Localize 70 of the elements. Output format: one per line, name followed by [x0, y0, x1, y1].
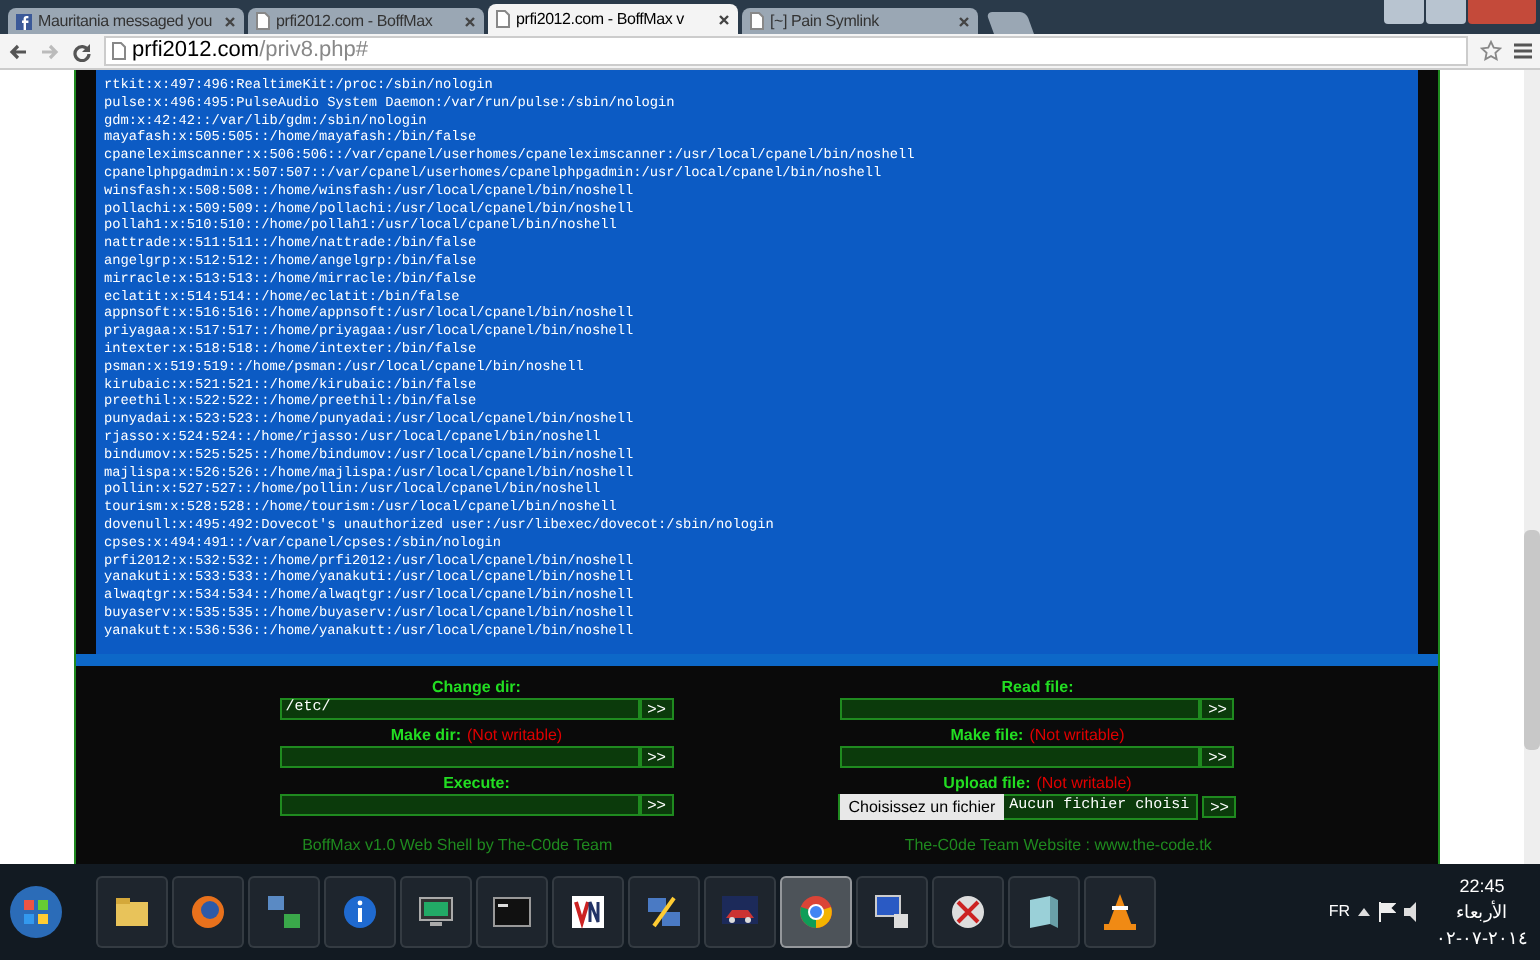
taskbar-button[interactable]: [1008, 876, 1080, 948]
page-icon: [750, 12, 764, 30]
menu-icon[interactable]: [1514, 42, 1532, 60]
vnc-icon: [566, 890, 610, 934]
browser-tab[interactable]: Mauritania messaged you: [8, 8, 244, 34]
writable-note: (Not writable): [467, 724, 563, 746]
page-icon: [496, 10, 510, 28]
star-icon[interactable]: [1480, 40, 1502, 62]
taskbar-button[interactable]: [400, 876, 472, 948]
browser-tab[interactable]: prfi2012.com - BoffMax v: [488, 4, 738, 34]
field-label: Change dir:: [432, 676, 521, 698]
address-field[interactable]: prfi2012.com/priv8.php#: [104, 36, 1468, 66]
submit-button[interactable]: >>: [639, 698, 674, 720]
footer-credit: BoffMax v1.0 Web Shell by The-C0de Team: [302, 834, 613, 858]
input-field[interactable]: [279, 794, 640, 816]
network-icon: [262, 890, 306, 934]
submit-button[interactable]: >>: [639, 746, 674, 768]
tab-title: prfi2012.com - BoffMax: [276, 9, 435, 33]
close-tab-icon[interactable]: [224, 15, 236, 27]
firefox-icon: [186, 890, 230, 934]
writable-note: (Not writable): [1036, 772, 1132, 794]
input-field[interactable]: [279, 746, 640, 768]
tab-title: prfi2012.com - BoffMax v: [516, 7, 686, 31]
browser-tab[interactable]: [~] Pain Symlink: [742, 8, 978, 34]
info-icon: [338, 890, 382, 934]
field-label: Make file:: [950, 724, 1024, 746]
start-button[interactable]: [8, 884, 64, 940]
input-field[interactable]: [840, 746, 1201, 768]
language-indicator[interactable]: FR: [1328, 900, 1350, 924]
taskbar-button[interactable]: [96, 876, 168, 948]
back-icon[interactable]: [8, 41, 28, 61]
taskbar-button[interactable]: [932, 876, 1004, 948]
flag-icon[interactable]: [1378, 902, 1396, 922]
submit-button[interactable]: >>: [639, 794, 674, 816]
writable-note: (Not writable): [1029, 724, 1125, 746]
chrome-icon: [794, 890, 838, 934]
url-text: prfi2012.com/priv8.php#: [132, 36, 369, 67]
footer-website: The-C0de Team Website : www.the-code.tk: [904, 834, 1212, 858]
submit-button[interactable]: >>: [1200, 746, 1235, 768]
tray-arrow-icon[interactable]: [1358, 906, 1370, 918]
submit-button[interactable]: >>: [1202, 796, 1237, 818]
clock-time[interactable]: 22:45: [1459, 873, 1505, 899]
taskbar-button[interactable]: [628, 876, 700, 948]
clock-day[interactable]: الأربعاء: [1456, 899, 1508, 925]
input-field[interactable]: [840, 698, 1201, 720]
browser-tab[interactable]: prfi2012.com - BoffMax: [248, 8, 484, 34]
close-tab-icon[interactable]: [718, 13, 730, 25]
tab-title: Mauritania messaged you: [38, 9, 215, 33]
taskbar-button[interactable]: [552, 876, 624, 948]
field-label: Read file:: [1001, 676, 1074, 698]
scrollbar[interactable]: [1524, 70, 1540, 864]
taskbar-button[interactable]: [856, 876, 928, 948]
submit-button[interactable]: >>: [1200, 698, 1235, 720]
clock-date[interactable]: ٢٠١٤-٠٧-٠٢: [1436, 925, 1528, 951]
computer-icon: [870, 890, 914, 934]
close-tab-icon[interactable]: [958, 15, 970, 27]
field-label: Make dir:: [390, 724, 462, 746]
page-icon: [256, 12, 270, 30]
reload-icon[interactable]: [72, 41, 92, 61]
cone-icon: [1098, 890, 1142, 934]
field-label: Upload file:: [943, 772, 1031, 794]
taskbar-button[interactable]: [476, 876, 548, 948]
new-tab-button[interactable]: [986, 12, 1034, 34]
tab-title: [~] Pain Symlink: [770, 9, 881, 33]
close-tab-icon[interactable]: [464, 15, 476, 27]
facebook-icon: [16, 13, 32, 29]
choose-file-button[interactable]: Choisissez un fichier: [840, 794, 1004, 820]
field-label: Execute:: [443, 772, 510, 794]
page-icon: [112, 42, 126, 60]
taskbar-button[interactable]: [1084, 876, 1156, 948]
